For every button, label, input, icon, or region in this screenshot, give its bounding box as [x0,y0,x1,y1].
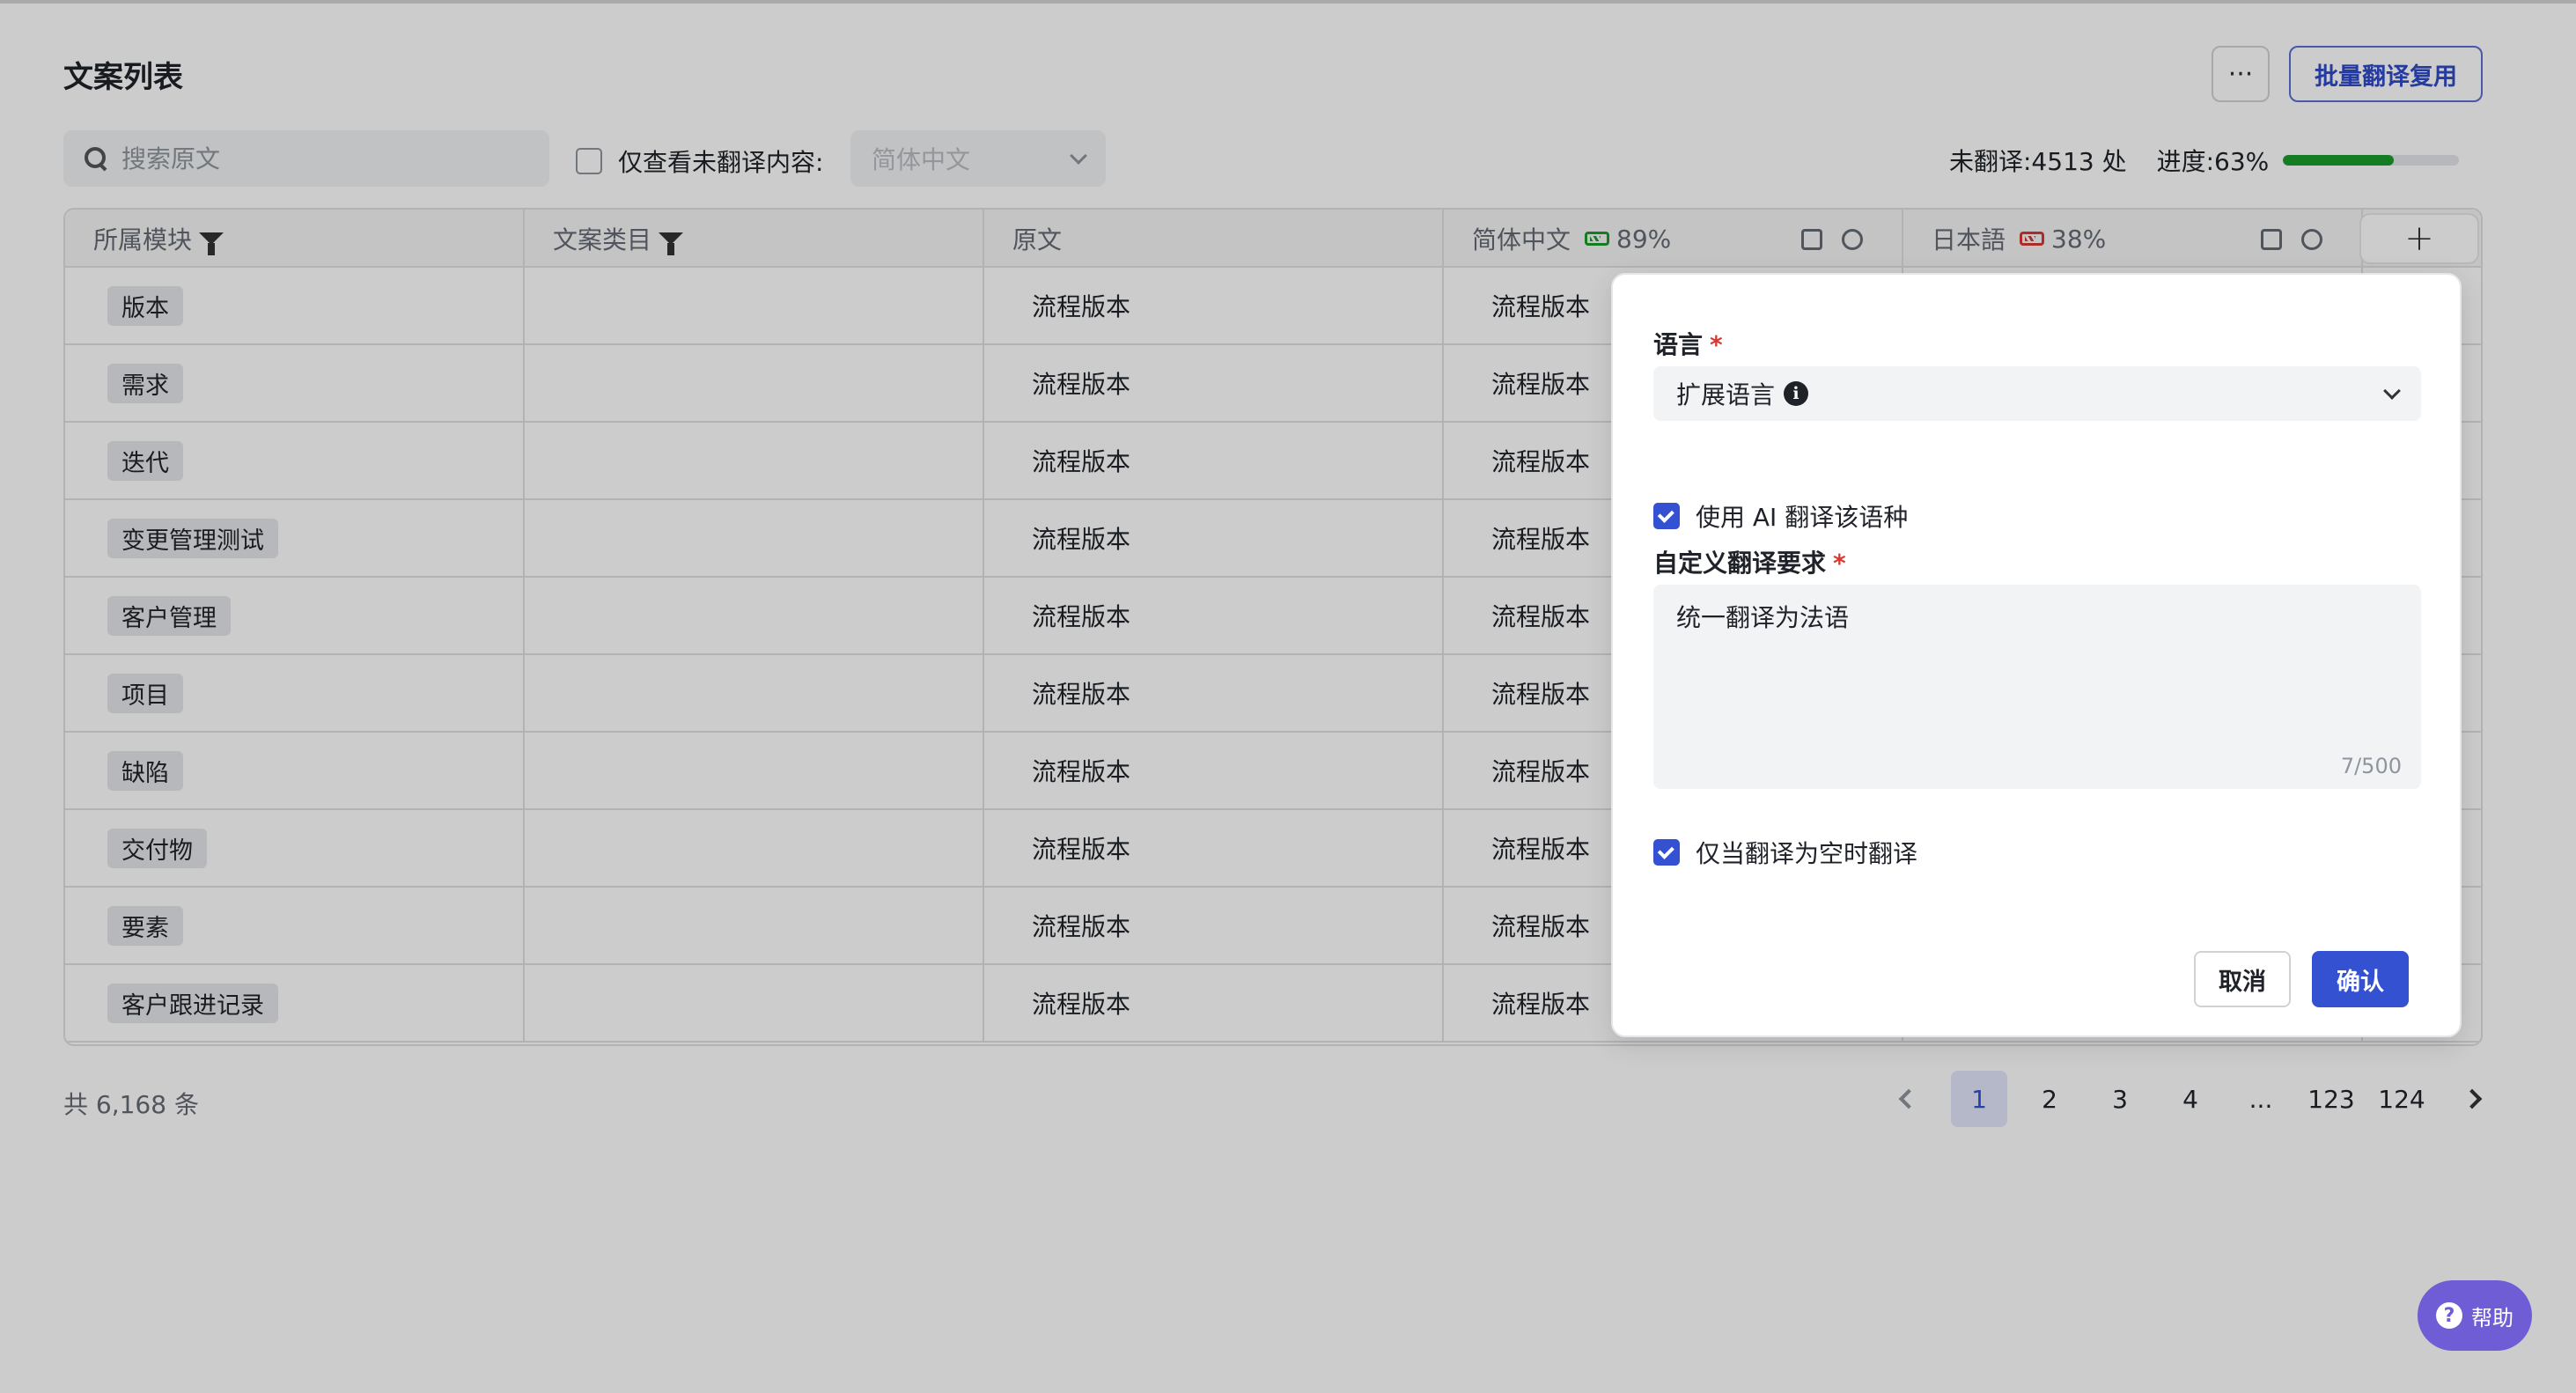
language-field-label: 语言 * [1653,330,1723,359]
question-icon: ? [2436,1302,2462,1329]
custom-requirement-textarea[interactable]: 统一翻译为法语 7/500 [1653,585,2421,789]
page: 文案列表 ··· 批量翻译复用 仅查看未翻译内容: 简体中文 未翻译:4513 … [0,0,2576,1393]
custom-requirement-value: 统一翻译为法语 [1676,603,1850,632]
info-icon[interactable]: i [1784,381,1809,406]
only-empty-checkbox[interactable] [1653,839,1680,866]
language-dropdown[interactable]: 扩展语言 i [1653,366,2421,421]
help-button[interactable]: ? 帮助 [2418,1280,2532,1351]
chevron-down-icon [2383,382,2401,400]
only-empty-label: 仅当翻译为空时翻译 [1696,839,1918,868]
use-ai-option[interactable]: 使用 AI 翻译该语种 [1653,498,1908,534]
use-ai-label: 使用 AI 翻译该语种 [1696,503,1909,532]
help-label: 帮助 [2471,1305,2513,1330]
cancel-button[interactable]: 取消 [2194,951,2291,1007]
language-dropdown-value: 扩展语言 [1676,380,1776,409]
custom-requirement-label: 自定义翻译要求 * [1653,549,1846,578]
add-language-popover: 语言 * 扩展语言 i 使用 AI 翻译该语种 自定义翻译要求 * 统一翻译为法语 … [1611,273,2462,1037]
char-counter: 7/500 [2340,754,2402,778]
only-empty-option[interactable]: 仅当翻译为空时翻译 [1653,835,1917,870]
required-mark: * [1710,330,1723,359]
confirm-button[interactable]: 确认 [2312,951,2409,1007]
use-ai-checkbox[interactable] [1653,503,1680,529]
required-mark: * [1833,549,1846,578]
